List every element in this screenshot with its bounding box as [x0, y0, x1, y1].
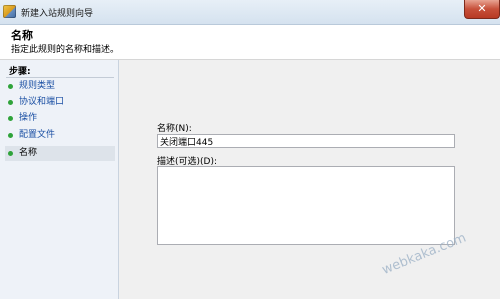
- step-action[interactable]: 操作: [5, 111, 115, 126]
- steps-pane: 步骤: 规则类型 协议和端口 操作 配置文件 名称: [0, 60, 119, 299]
- step-profile[interactable]: 配置文件: [5, 128, 115, 143]
- step-status-icon: [8, 100, 13, 105]
- step-label: 规则类型: [19, 81, 56, 91]
- step-label: 操作: [19, 113, 38, 123]
- window-title: 新建入站规则向导: [21, 9, 94, 19]
- name-input[interactable]: [157, 134, 455, 148]
- page-title: 名称: [11, 29, 33, 42]
- step-status-icon: [8, 151, 13, 156]
- name-label: 名称(N):: [157, 124, 192, 134]
- firewall-app-icon: [3, 5, 16, 18]
- step-label: 协议和端口: [19, 97, 65, 107]
- step-name[interactable]: 名称: [5, 146, 115, 161]
- step-status-icon: [8, 116, 13, 121]
- step-protocol-port[interactable]: 协议和端口: [5, 95, 115, 110]
- wizard-window: 新建入站规则向导 ✕ 名称 指定此规则的名称和描述。 步骤: 规则类型 协议和端…: [0, 0, 500, 299]
- page-description: 指定此规则的名称和描述。: [11, 45, 120, 55]
- title-bar[interactable]: 新建入站规则向导 ✕: [0, 0, 500, 25]
- close-icon: ✕: [477, 2, 487, 15]
- step-status-icon: [8, 84, 13, 89]
- steps-heading: 步骤:: [9, 67, 31, 77]
- step-status-icon: [8, 133, 13, 138]
- step-rule-type[interactable]: 规则类型: [5, 79, 115, 94]
- step-label: 配置文件: [19, 130, 56, 140]
- steps-divider: [6, 77, 114, 78]
- page-header: 名称 指定此规则的名称和描述。: [0, 25, 500, 60]
- step-label: 名称: [19, 148, 38, 158]
- content-pane: 名称(N): 描述(可选)(D):: [119, 60, 500, 299]
- description-textarea[interactable]: [157, 166, 455, 245]
- close-button[interactable]: ✕: [464, 0, 500, 19]
